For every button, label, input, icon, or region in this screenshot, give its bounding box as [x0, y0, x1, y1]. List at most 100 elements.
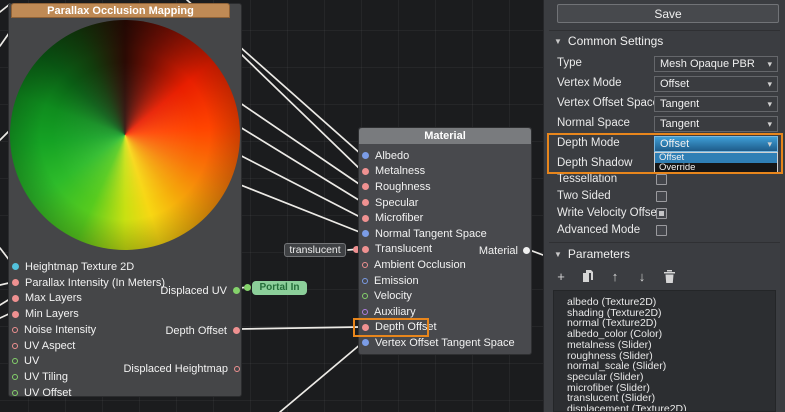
- pin-row-metalness[interactable]: Metalness: [362, 164, 531, 180]
- pin-row-displaced-uv[interactable]: Displaced UV: [160, 283, 240, 298]
- write-velocity-offset-checkbox[interactable]: [656, 208, 667, 219]
- red-pin[interactable]: [362, 215, 369, 222]
- red-pin[interactable]: [234, 366, 240, 372]
- pin-label: Displaced Heightmap: [123, 363, 228, 375]
- green-pin[interactable]: [362, 293, 368, 299]
- node-graph-canvas[interactable]: Parallax Occlusion Mapping Heightmap Tex…: [0, 0, 543, 412]
- parameter-list[interactable]: albedo (Texture2D)shading (Texture2D)nor…: [553, 290, 776, 412]
- red-pin[interactable]: [12, 343, 18, 349]
- pin-row-heightmap-texture-2d[interactable]: Heightmap Texture 2D: [12, 259, 241, 275]
- red-pin[interactable]: [362, 246, 369, 253]
- pin-label: Noise Intensity: [24, 324, 96, 336]
- pin-row-specular[interactable]: Specular: [362, 195, 531, 211]
- red-pin[interactable]: [362, 168, 369, 175]
- move-up-icon[interactable]: ↑: [607, 268, 623, 284]
- save-button[interactable]: Save: [557, 4, 779, 23]
- portal-in-input-pin[interactable]: [244, 284, 251, 291]
- move-down-icon[interactable]: ↓: [634, 268, 650, 284]
- pin-label: Depth Offset: [165, 325, 227, 337]
- collapse-arrow-icon: ▼: [554, 250, 562, 259]
- pin-label: Metalness: [375, 165, 425, 177]
- pin-row-velocity[interactable]: Velocity: [362, 288, 531, 304]
- pin-row-ambient-occlusion[interactable]: Ambient Occlusion: [362, 257, 531, 273]
- pin-label: Vertex Offset Tangent Space: [375, 337, 515, 349]
- normal-space-dropdown[interactable]: Tangent ▾: [654, 116, 778, 132]
- pin-row-microfiber[interactable]: Microfiber: [362, 210, 531, 226]
- pin-label: Roughness: [375, 181, 431, 193]
- dropdown-value: Tangent: [660, 98, 699, 110]
- pin-row-albedo[interactable]: Albedo: [362, 148, 531, 164]
- parameter-item-displacement-texture2d[interactable]: displacement (Texture2D): [567, 404, 775, 412]
- cyan-pin[interactable]: [12, 263, 19, 270]
- red-pin[interactable]: [362, 199, 369, 206]
- blue-pin[interactable]: [362, 278, 368, 284]
- pin-row-min-layers[interactable]: Min Layers: [12, 306, 241, 322]
- setting-row-type: TypeMesh Opaque PBR▾: [544, 54, 785, 74]
- node-parallax-occlusion-mapping[interactable]: Parallax Occlusion Mapping Heightmap Tex…: [8, 3, 242, 397]
- setting-label: Advanced Mode: [557, 224, 640, 236]
- divider: [549, 30, 780, 31]
- common-settings-section-header[interactable]: ▼ Common Settings: [554, 33, 663, 49]
- setting-row-vertex-offset-space: Vertex Offset SpaceTangent▾: [544, 94, 785, 114]
- pin-label: Parallax Intensity (In Meters): [25, 277, 165, 289]
- blue-pin[interactable]: [362, 339, 369, 346]
- pin-row-displaced-heightmap[interactable]: Displaced Heightmap: [123, 361, 240, 376]
- material-output-pin-row[interactable]: Material: [479, 243, 530, 258]
- red-pin[interactable]: [12, 279, 19, 286]
- pin-row-emission[interactable]: Emission: [362, 273, 531, 289]
- pom-node-header[interactable]: Parallax Occlusion Mapping: [11, 3, 230, 18]
- setting-label: Tessellation: [557, 173, 617, 185]
- depth-offset-pin-highlight: [353, 318, 429, 337]
- tessellation-checkbox[interactable]: [656, 174, 667, 185]
- pin-label: Displaced UV: [160, 285, 227, 297]
- pin-row-vertex-offset-tangent-space[interactable]: Vertex Offset Tangent Space: [362, 335, 531, 351]
- setting-label: Vertex Offset Space: [557, 97, 659, 109]
- material-node-header[interactable]: Material: [359, 128, 531, 144]
- red-pin[interactable]: [12, 295, 19, 302]
- vertex-offset-space-dropdown[interactable]: Tangent▾: [654, 96, 778, 112]
- duplicate-parameter-icon[interactable]: [580, 268, 596, 284]
- parameters-label: Parameters: [568, 247, 630, 261]
- parameter-item-metalness-slider[interactable]: metalness (Slider): [567, 340, 775, 351]
- material-canvas-stage: Parallax Occlusion Mapping Heightmap Tex…: [0, 0, 785, 412]
- red-pin[interactable]: [233, 327, 240, 334]
- portal-in-node[interactable]: Portal In: [252, 281, 307, 295]
- vertex-mode-dropdown[interactable]: Offset▾: [654, 76, 778, 92]
- advanced-mode-checkbox[interactable]: [656, 225, 667, 236]
- pin-label: Auxiliary: [374, 306, 416, 318]
- green-pin[interactable]: [12, 358, 18, 364]
- parameters-section-header[interactable]: ▼ Parameters: [554, 246, 630, 262]
- red-pin[interactable]: [12, 311, 19, 318]
- blue-pin[interactable]: [362, 230, 369, 237]
- red-pin[interactable]: [362, 183, 369, 190]
- pin-label: Max Layers: [25, 292, 82, 304]
- dropdown-value: Tangent: [660, 118, 699, 130]
- pin-row-uv-aspect[interactable]: UV Aspect: [12, 338, 241, 354]
- add-parameter-icon[interactable]: +: [553, 268, 569, 284]
- pin-row-normal-tangent-space[interactable]: Normal Tangent Space: [362, 226, 531, 242]
- red-pin[interactable]: [362, 262, 368, 268]
- two-sided-checkbox[interactable]: [656, 191, 667, 202]
- pin-row-depth-offset[interactable]: Depth Offset: [165, 323, 240, 338]
- checkbox-rows: Tessellation Two Sided Write Velocity Offs…: [544, 171, 785, 239]
- green-pin[interactable]: [233, 287, 240, 294]
- pin-row-uv-offset[interactable]: UV Offset: [12, 385, 241, 401]
- setting-row-two-sided: Two Sided: [544, 188, 785, 205]
- blue-pin[interactable]: [362, 152, 369, 159]
- chevron-down-icon: ▾: [767, 79, 772, 90]
- green-pin[interactable]: [12, 374, 18, 380]
- green-pin[interactable]: [12, 390, 18, 396]
- setting-row-normal-space: Normal SpaceTangent▾: [544, 114, 785, 134]
- chevron-down-icon: ▾: [767, 119, 772, 130]
- pin-row-roughness[interactable]: Roughness: [362, 179, 531, 195]
- divider: [549, 242, 780, 243]
- delete-parameter-icon[interactable]: [661, 268, 677, 284]
- setting-row-vertex-mode: Vertex ModeOffset▾: [544, 74, 785, 94]
- setting-label: Write Velocity Offset: [557, 207, 660, 219]
- inspector-panel: Save ▼ Common Settings TypeMesh Opaque P…: [543, 0, 785, 412]
- material-output-pin[interactable]: [523, 247, 530, 254]
- purple-pin[interactable]: [362, 309, 368, 315]
- type-dropdown[interactable]: Mesh Opaque PBR▾: [654, 56, 778, 72]
- translucent-value-node[interactable]: translucent: [284, 243, 346, 257]
- red-pin[interactable]: [12, 327, 18, 333]
